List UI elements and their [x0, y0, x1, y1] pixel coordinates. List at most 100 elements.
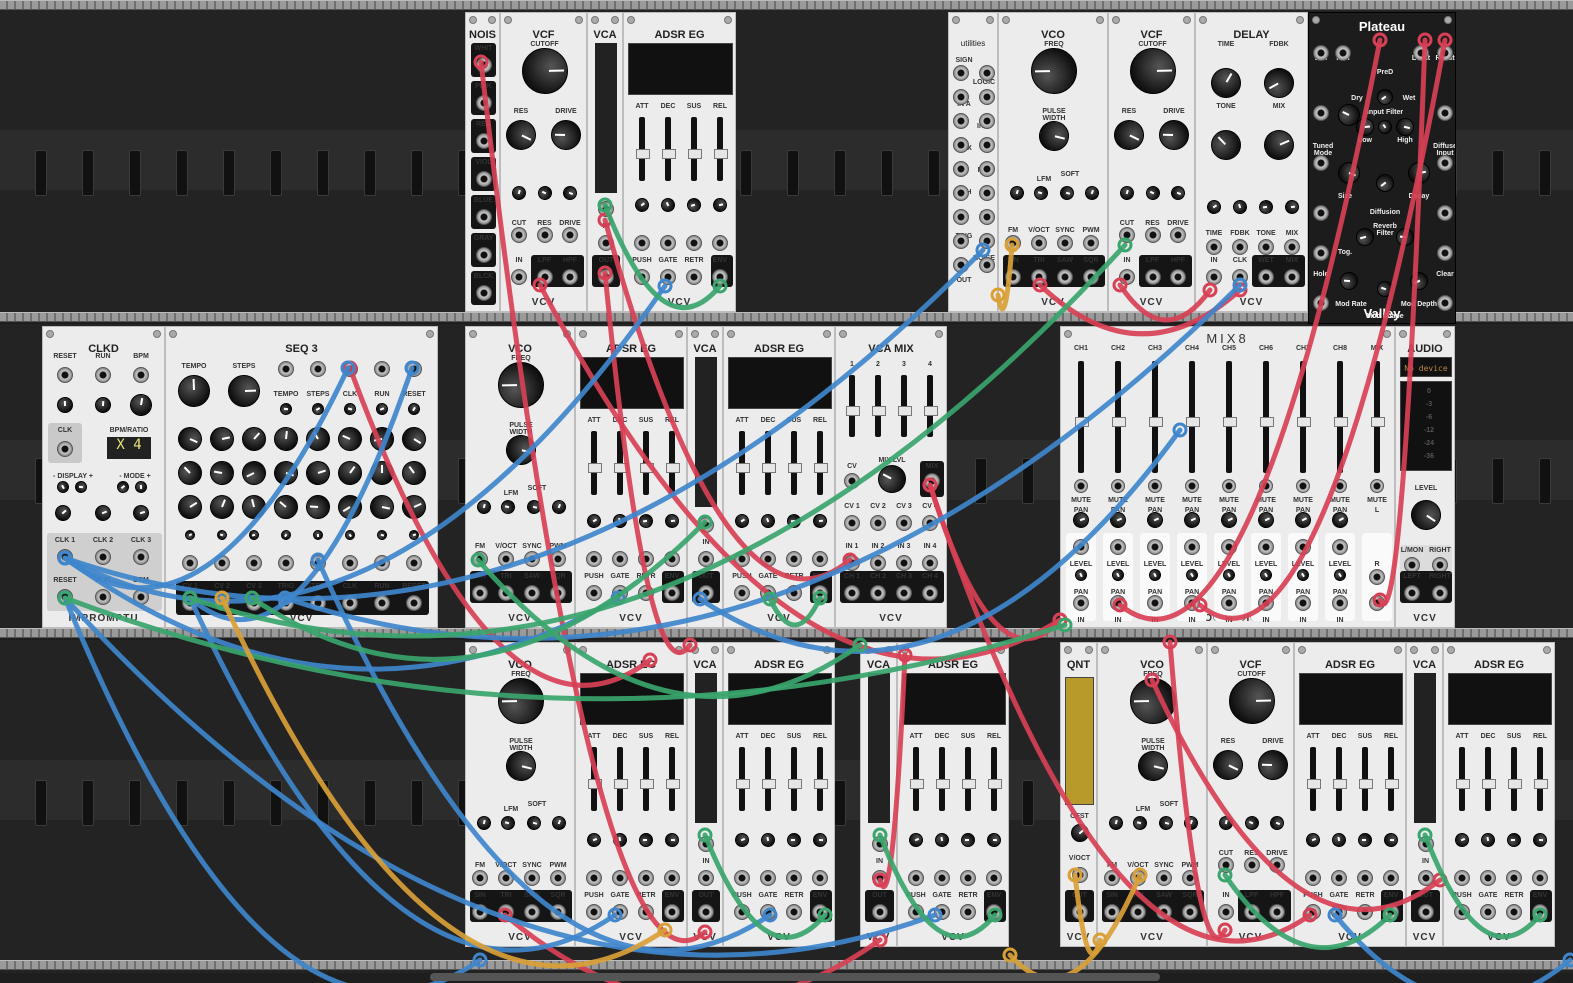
jack-port[interactable]	[812, 585, 828, 601]
jack-port[interactable]	[698, 551, 714, 567]
knob[interactable]	[134, 480, 148, 494]
knob[interactable]	[334, 423, 366, 455]
knob[interactable]	[549, 813, 569, 833]
jack-port[interactable]	[979, 137, 995, 153]
module-utilities[interactable]: utilitiesSIGNLOGICIN AIN BMAXMINS&HINTRI…	[948, 12, 998, 312]
jack-port[interactable]	[1417, 870, 1434, 886]
jack-port[interactable]	[1258, 539, 1274, 555]
jack-port[interactable]	[870, 515, 886, 531]
module-adsr3[interactable]: ADSR EG VCV ATT DEC SUS REL PUSH GATE RETR ENV	[723, 326, 835, 628]
knob[interactable]	[374, 401, 390, 417]
knob[interactable]	[397, 422, 431, 456]
jack-port[interactable]	[1232, 239, 1248, 255]
jack-port[interactable]	[278, 595, 294, 611]
jack-port[interactable]	[1110, 539, 1126, 555]
jack-port[interactable]	[1284, 239, 1300, 255]
knob[interactable]	[1242, 813, 1261, 833]
knob[interactable]	[312, 529, 324, 541]
knob[interactable]	[342, 401, 358, 417]
knob[interactable]	[131, 503, 151, 523]
knob[interactable]	[1131, 814, 1149, 832]
knob[interactable]	[333, 456, 367, 490]
jack-port[interactable]	[908, 870, 924, 886]
jack-port[interactable]	[979, 185, 995, 201]
jack-port[interactable]	[734, 585, 750, 601]
adsr-slider[interactable]	[614, 747, 628, 811]
module-adsr4[interactable]: ADSR EG VCV ATT DEC SUS REL PUSH GATE RETR ENV	[575, 642, 687, 947]
jack-port[interactable]	[598, 235, 614, 251]
module-delay[interactable]: DELAY VCV TIME FDBK TONE MIX TIME FDBK TONE MIX IN…	[1195, 12, 1308, 312]
module-vco3[interactable]: VCO VCV FREQ PULSE WIDTH LFM SOFT FM V/OCT SYNC P…	[465, 642, 575, 947]
knob[interactable]	[407, 528, 421, 542]
knob[interactable]	[499, 498, 517, 516]
jack-port[interactable]	[664, 904, 680, 920]
jack-port[interactable]	[634, 269, 650, 285]
jack-port[interactable]	[1232, 269, 1248, 285]
adsr-slider[interactable]	[666, 747, 680, 811]
jack-port[interactable]	[562, 269, 578, 285]
module-vca1[interactable]: VCA IN OUT	[587, 12, 623, 312]
jack-port[interactable]	[1432, 585, 1448, 601]
jack-port[interactable]	[1144, 227, 1161, 243]
knob[interactable]	[1355, 117, 1375, 137]
jack-port[interactable]	[550, 904, 566, 920]
jack-port[interactable]	[1313, 245, 1329, 261]
jack-port[interactable]	[182, 595, 198, 611]
knob[interactable]	[375, 528, 389, 542]
knob[interactable]	[1334, 158, 1364, 188]
channel-fader[interactable]	[1149, 361, 1163, 473]
jack-port[interactable]	[1313, 155, 1329, 171]
jack-port[interactable]	[1156, 904, 1172, 920]
jack-port[interactable]	[979, 161, 995, 177]
jack-port[interactable]	[524, 904, 540, 920]
jack-port[interactable]	[1258, 239, 1274, 255]
knob[interactable]	[1217, 814, 1235, 832]
knob[interactable]	[54, 478, 72, 496]
jack-port[interactable]	[1454, 904, 1470, 920]
adsr-slider[interactable]	[814, 747, 828, 811]
knob[interactable]	[1143, 183, 1162, 203]
jack-port[interactable]	[57, 441, 73, 457]
jack-port[interactable]	[924, 473, 940, 489]
module-mix8[interactable]: MIX8BOGAUDIOCH1MUTEPANLEVELPANINCH2MUTEP…	[1060, 326, 1395, 628]
jack-port[interactable]	[698, 904, 714, 920]
jack-port[interactable]	[310, 555, 326, 571]
jack-port[interactable]	[698, 517, 714, 533]
jack-port[interactable]	[1005, 235, 1021, 251]
jack-port[interactable]	[374, 555, 390, 571]
jack-port[interactable]	[475, 285, 492, 301]
knob[interactable]	[1284, 199, 1300, 215]
knob[interactable]	[1227, 677, 1276, 725]
jack-port[interactable]	[698, 870, 714, 886]
jack-port[interactable]	[812, 551, 828, 567]
knob[interactable]	[502, 747, 540, 785]
knob[interactable]	[1204, 197, 1224, 217]
knob[interactable]	[1339, 271, 1359, 291]
knob[interactable]	[873, 460, 911, 498]
knob[interactable]	[632, 195, 652, 215]
jack-port[interactable]	[133, 367, 149, 383]
mute-button[interactable]	[1185, 479, 1199, 493]
jack-port[interactable]	[1480, 870, 1496, 886]
knob[interactable]	[1157, 814, 1175, 832]
mute-button[interactable]	[1333, 479, 1347, 493]
adsr-slider[interactable]	[1508, 747, 1522, 811]
knob[interactable]	[549, 497, 569, 517]
jack-port[interactable]	[896, 515, 912, 531]
jack-port[interactable]	[1083, 235, 1099, 251]
jack-port[interactable]	[1506, 904, 1522, 920]
jack-port[interactable]	[1454, 870, 1470, 886]
adsr-slider[interactable]	[1385, 747, 1399, 811]
knob[interactable]	[279, 402, 293, 416]
knob[interactable]	[1066, 820, 1093, 846]
jack-port[interactable]	[586, 585, 602, 601]
knob[interactable]	[302, 457, 334, 489]
jack-port[interactable]	[760, 551, 776, 567]
jack-port[interactable]	[986, 904, 1002, 920]
knob[interactable]	[1267, 813, 1287, 833]
adsr-slider[interactable]	[814, 431, 828, 495]
module-vcf2[interactable]: VCF VCV CUTOFF RES DRIVE CUT RES DRIVE IN LPF HPF	[1108, 12, 1195, 312]
knob[interactable]	[906, 830, 926, 850]
knob[interactable]	[1032, 184, 1050, 202]
jack-port[interactable]	[1269, 904, 1285, 920]
